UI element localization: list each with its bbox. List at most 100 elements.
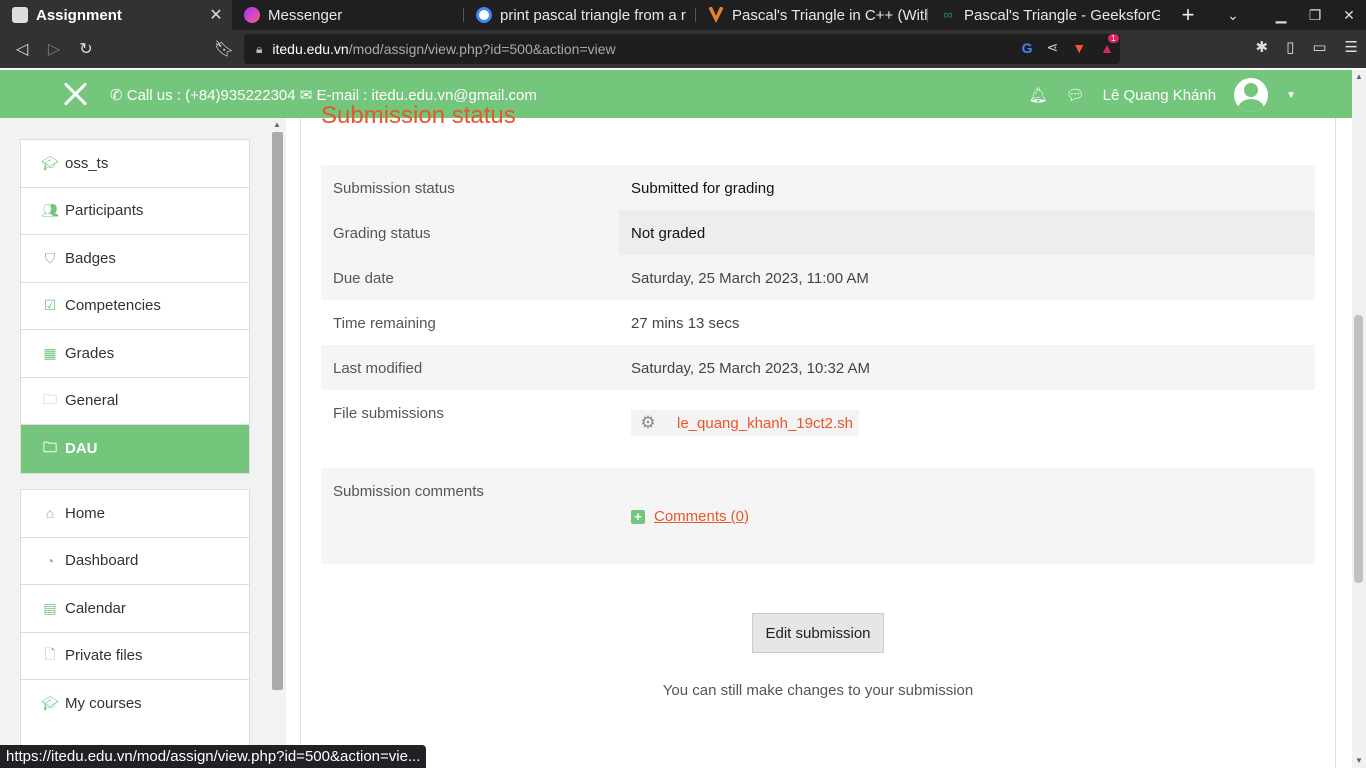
tab-title: print pascal triangle from a r [500,6,686,24]
table-icon: ▦ [43,344,57,361]
site-navigation: ⌂ Home ◔ Dashboard ▤ Calendar 🗋 Private … [20,489,250,749]
users-icon: 👥︎ [41,202,59,219]
calendar-icon: ▤ [43,599,57,616]
phone-icon: ✆ [110,87,123,104]
reload-icon[interactable]: ↻ [70,33,102,65]
geeksforgeeks-icon: ∞ [943,7,953,22]
sidebar-item-oss-ts[interactable]: 🎓︎ oss_ts [21,140,249,188]
sidebar-item-private-files[interactable]: 🗋 Private files [21,633,249,680]
comments-toggle[interactable]: + Comments (0) [631,508,749,525]
sidebar-item-participants[interactable]: 👥︎ Participants [21,188,249,235]
rewards-badge: 1 [1108,33,1119,43]
sidebar-item-calendar[interactable]: ▤ Calendar [21,585,249,633]
row-label: File submissions [333,405,444,422]
row-label: Last modified [333,360,423,377]
sidebar-item-grades[interactable]: ▦ Grades [21,330,249,378]
avatar[interactable] [1234,78,1269,112]
bookmark-icon[interactable]: 🔖︎ [208,33,240,65]
sidebar-item-label: General [65,392,119,410]
google-icon [476,7,492,23]
user-menu-caret-icon[interactable]: ▼ [1286,90,1296,101]
messages-chat-icon[interactable]: 💬︎ [1066,86,1085,104]
notifications-bell-icon[interactable]: 🔔︎ [1029,86,1048,104]
sidebar-item-label: Participants [65,202,144,220]
sidebar-item-general[interactable]: 🗀 General [21,378,249,425]
folder-icon: 🗀 [43,390,57,407]
file-type-gear-icon: ⚙ [640,413,656,432]
phone-text: Call us : (+84)935222304 [126,87,296,104]
close-drawer-icon[interactable] [62,80,90,108]
minimize-window-icon[interactable]: ▁ [1264,7,1298,24]
file-link[interactable]: le_quang_khanh_19ct2.sh [677,415,853,432]
wallet-icon[interactable]: ▭ [1312,38,1326,56]
sidebar-item-label: DAU [65,440,98,458]
table-row: Due date Saturday, 25 March 2023, 11:00 … [321,255,1315,300]
sidebar-item-label: Private files [65,647,143,665]
course-navigation: 🎓︎ oss_ts 👥︎ Participants ⛉ Badges ☑ Com… [20,139,250,474]
table-row: Last modified Saturday, 25 March 2023, 1… [321,345,1315,390]
table-row: Grading status Not graded [321,210,1315,257]
close-window-icon[interactable]: ✕ [1332,7,1366,24]
site-header: ✆ Call us : (+84)935222304 ✉ E-mail : it… [0,70,1352,118]
scroll-down-icon[interactable]: ▼ [1355,756,1363,765]
sidebar-item-label: Badges [65,249,116,267]
browser-tab-assignment[interactable]: Assignment ✕ [0,0,232,30]
plus-square-icon: + [631,509,645,524]
dashboard-icon: ◔ [45,552,55,569]
table-row: Time remaining 27 mins 13 secs [321,300,1315,345]
drawer-scrollbar[interactable] [272,132,283,690]
brave-rewards-icon[interactable]: ▲ 1 [1100,33,1119,56]
row-value: Not graded [619,210,1315,255]
tutorial-site-icon [708,7,724,23]
forward-icon[interactable]: ▷ [38,33,70,65]
scroll-up-icon[interactable]: ▲ [1355,72,1363,81]
tab-close-icon[interactable]: ✕ [206,5,226,25]
browser-tab-geeksforgeeks[interactable]: ∞ Pascal's Triangle - GeeksforG [928,0,1160,30]
sidebar-item-label: Competencies [65,297,161,315]
folder-icon: 🗀 [43,438,57,455]
sidebar-item-competencies[interactable]: ☑ Competencies [21,283,249,330]
table-row: Submission comments + Comments (0) [321,468,1315,564]
tab-title: Assignment [36,6,122,24]
file-attachment: ⚙ le_quang_khanh_19ct2.sh [631,410,859,436]
browser-tab-google-search[interactable]: print pascal triangle from a r [464,0,696,30]
sidebar-item-label: Calendar [65,599,126,617]
brave-shields-icon[interactable]: ▼ [1072,40,1086,56]
browser-tab-messenger[interactable]: Messenger [232,0,464,30]
new-tab-button[interactable]: + [1168,0,1208,30]
sidebar-item-home[interactable]: ⌂ Home [21,490,249,538]
sidebar-item-label: Home [65,504,106,522]
sidebar-item-dau[interactable]: 🗀 DAU [21,425,249,473]
table-row: File submissions ⚙ le_quang_khanh_19ct2.… [321,390,1315,468]
url-path: /mod/assign/view.php?id=500&action=view [348,41,616,57]
browser-menu-icon[interactable]: ☰ [1345,38,1358,56]
sidebar-item-label: Dashboard [65,552,139,570]
section-title: Submission status [321,102,516,129]
row-label: Submission comments [333,483,484,500]
restore-window-icon[interactable]: ❐ [1298,7,1332,24]
home-icon: ⌂ [45,505,55,522]
sidebar-item-dashboard[interactable]: ◔ Dashboard [21,538,249,585]
share-icon[interactable]: ⋖ [1047,39,1059,56]
url-host: itedu.edu.vn [272,41,349,57]
sidebar-item-label: oss_ts [65,154,109,172]
extensions-icon[interactable]: ✱ [1256,38,1269,56]
row-label: Time remaining [333,315,436,332]
tab-search-chevron-icon[interactable]: ⌄ [1216,7,1250,24]
edit-hint-text: You can still make changes to your submi… [662,682,974,699]
comments-link[interactable]: Comments (0) [654,508,749,525]
drawer-scroll-up-icon[interactable]: ▲ [273,120,281,129]
user-name[interactable]: Lê Quang Khánh [1103,87,1216,104]
google-lens-icon[interactable]: G [1022,40,1033,56]
edit-submission-button[interactable]: Edit submission [752,613,884,653]
sidebar-toggle-icon[interactable]: ▯ [1286,38,1294,56]
row-label: Due date [333,270,394,287]
page-scrollbar-thumb[interactable] [1354,315,1363,583]
back-icon[interactable]: ◁ [6,33,38,65]
sidebar-item-badges[interactable]: ⛉ Badges [21,235,249,283]
tab-title: Pascal's Triangle - GeeksforG [964,6,1160,24]
browser-tab-pascal-cpp[interactable]: Pascal's Triangle in C++ (With [696,0,928,30]
tab-title: Pascal's Triangle in C++ (With [732,6,928,24]
sidebar-item-label: Grades [65,344,115,362]
address-bar[interactable]: 🔒︎ itedu.edu.vn /mod/assign/view.php?id=… [244,33,1120,64]
